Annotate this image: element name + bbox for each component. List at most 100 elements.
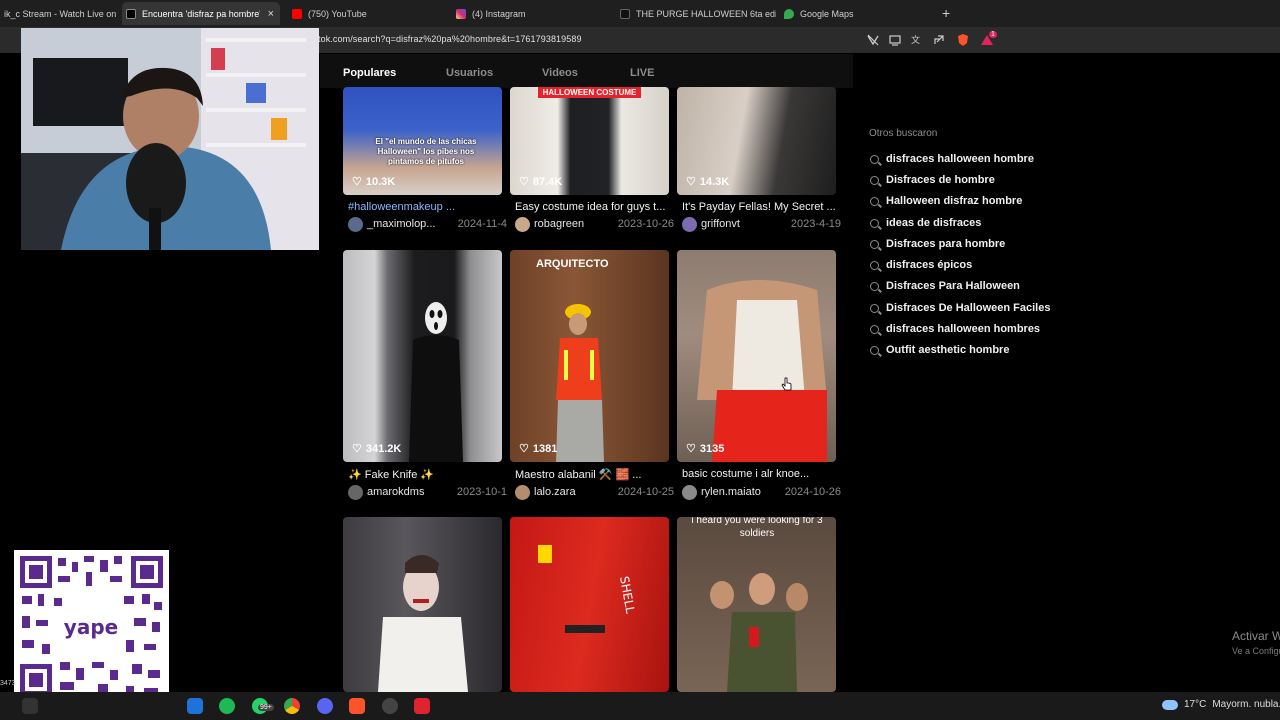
search-icon — [870, 281, 879, 291]
related-search-item[interactable]: Disfraces para hombre — [870, 238, 1005, 250]
post-date: 2023-10-1 — [456, 486, 507, 498]
file-explorer-icon[interactable] — [22, 698, 38, 714]
site-permissions-icon[interactable] — [866, 33, 880, 47]
related-search-item[interactable]: Halloween disfraz hombre — [870, 195, 1022, 207]
related-search-item[interactable]: disfraces épicos — [870, 259, 972, 271]
yape-qr-code: yape — [14, 550, 169, 702]
new-tab-button[interactable]: + — [942, 5, 950, 21]
avatar[interactable] — [515, 485, 530, 500]
username[interactable]: _maximolop... — [367, 218, 435, 230]
obs-icon[interactable] — [382, 698, 398, 714]
share-icon[interactable] — [932, 33, 946, 47]
search-icon — [870, 239, 879, 249]
related-search-label: Disfraces de hombre — [886, 174, 995, 186]
post-date: 2024-10-25 — [617, 486, 674, 498]
tab-usuarios[interactable]: Usuarios — [446, 67, 493, 79]
video-thumbnail[interactable]: SHELL — [510, 517, 669, 692]
heart-icon: ♡ — [686, 176, 696, 188]
avatar[interactable] — [348, 485, 363, 500]
tab-instagram[interactable]: (4) Instagram — [452, 2, 612, 25]
tab-label: Encuentra 'disfraz pa hombre' en — [142, 8, 260, 19]
like-count-value: 87.4K — [532, 175, 563, 188]
related-search-item[interactable]: disfraces halloween hombre — [870, 153, 1034, 165]
close-tab-icon[interactable]: × — [268, 8, 274, 20]
video-caption[interactable]: It's Payday Fellas! My Secret ... — [682, 201, 841, 213]
tab-tiktok-search[interactable]: Encuentra 'disfraz pa hombre' en × — [122, 2, 280, 25]
weather-widget[interactable]: 17°C Mayorm. nubla... — [1162, 699, 1280, 710]
avatar[interactable] — [682, 217, 697, 232]
heart-icon: ♡ — [519, 443, 529, 455]
video-thumbnail[interactable] — [343, 517, 502, 692]
video-caption[interactable]: Easy costume idea for guys t... — [515, 201, 674, 213]
video-caption[interactable]: #halloweenmakeup ... — [348, 201, 507, 213]
windows-taskbar: 3473 99+ — [0, 680, 1280, 720]
search-icon — [870, 196, 879, 206]
video-caption[interactable]: basic costume i alr knoe... — [682, 468, 841, 480]
related-search-item[interactable]: Disfraces de hombre — [870, 174, 995, 186]
video-thumbnail[interactable]: ARQUITECTO ♡ 1381 — [510, 250, 669, 462]
username[interactable]: rylen.maiato — [701, 486, 761, 498]
brave-icon[interactable] — [349, 698, 365, 714]
tiktok-icon — [620, 8, 630, 19]
heart-icon: ♡ — [352, 443, 362, 455]
post-date: 2023-10-26 — [617, 218, 674, 230]
video-caption[interactable]: Maestro alabanil ⚒️ 🧱 ... — [515, 468, 674, 481]
video-thumbnail[interactable]: El "el mundo de las chicas Halloween" lo… — [343, 87, 502, 195]
video-meta: robagreen 2023-10-26 — [515, 217, 674, 233]
post-date: 2024-10-26 — [784, 486, 841, 498]
tab-label: (4) Instagram — [472, 8, 526, 19]
tab-populares[interactable]: Populares — [343, 67, 396, 79]
username[interactable]: robagreen — [534, 218, 584, 230]
video-overlay-text: El "el mundo de las chicas Halloween" lo… — [375, 137, 477, 166]
related-search-item[interactable]: disfraces halloween hombres — [870, 323, 1040, 335]
related-search-item[interactable]: ideas de disfraces — [870, 217, 981, 229]
avatar[interactable] — [515, 217, 530, 232]
video-thumbnail[interactable]: ♡ 341.2K — [343, 250, 502, 462]
chrome-icon[interactable] — [284, 698, 300, 714]
weather-cloud-icon — [1162, 699, 1178, 710]
related-search-label: disfraces épicos — [886, 259, 973, 271]
like-count: ♡ 10.3K — [352, 175, 396, 189]
outlook-icon[interactable] — [187, 698, 203, 714]
brave-shield-icon[interactable] — [956, 33, 970, 47]
related-search-item[interactable]: Disfraces Para Halloween — [870, 280, 1020, 292]
like-count-value: 10.3K — [365, 175, 396, 188]
video-thumbnail[interactable]: HALLOWEEN COSTUME ♡ 87.4K — [510, 87, 669, 195]
post-date: 2024-11-4 — [457, 218, 507, 230]
activate-windows-watermark: Activar W — [1232, 629, 1280, 643]
tab-videos[interactable]: Videos — [542, 67, 578, 79]
tab-label: ik_c Stream - Watch Live on K — [4, 8, 118, 19]
spotify-icon[interactable] — [219, 698, 235, 714]
like-count-value: 1381 — [532, 442, 558, 455]
tab-live[interactable]: LIVE — [630, 67, 654, 79]
tab-youtube[interactable]: (750) YouTube — [288, 2, 448, 25]
video-thumbnail[interactable]: ♡ 3135 — [677, 250, 836, 462]
worker-figure — [556, 304, 604, 462]
tab-kick-stream[interactable]: ik_c Stream - Watch Live on K — [0, 2, 118, 25]
related-search-item[interactable]: Outfit aesthetic hombre — [870, 344, 1009, 356]
video-thumbnail[interactable]: i heard you were looking for 3 soldiers — [677, 517, 836, 692]
translate-icon[interactable]: 文 — [910, 33, 924, 47]
related-search-item[interactable]: Disfraces De Halloween Faciles — [870, 302, 1050, 314]
username[interactable]: amarokdms — [367, 486, 424, 498]
app-icon[interactable] — [414, 698, 430, 714]
search-icon — [870, 345, 879, 355]
activate-windows-subtext: Ve a Configu — [1232, 646, 1280, 656]
video-caption[interactable]: ✨ Fake Knife ✨ — [348, 468, 507, 481]
avatar[interactable] — [682, 485, 697, 500]
screen-icon[interactable] — [888, 33, 902, 47]
video-thumbnail[interactable]: ♡ 14.3K — [677, 87, 836, 195]
username[interactable]: lalo.zara — [534, 486, 576, 498]
related-search-label: disfraces halloween hombre — [886, 153, 1034, 165]
url-field[interactable]: tok.com/search?q=disfraz%20pa%20hombre&t… — [318, 34, 582, 44]
discord-icon[interactable] — [317, 698, 333, 714]
video-overlay-text: ARQUITECTO — [536, 258, 609, 270]
username[interactable]: griffonvt — [701, 218, 740, 230]
soldiers-figure — [710, 573, 808, 692]
related-search-label: Disfraces para hombre — [886, 238, 1006, 250]
tab-purge-halloween[interactable]: THE PURGE HALLOWEEN 6ta edición — [616, 2, 776, 25]
tab-google-maps[interactable]: Google Maps — [780, 2, 930, 25]
like-count: ♡ 341.2K — [352, 442, 401, 456]
avatar[interactable] — [348, 217, 363, 232]
svg-text:文: 文 — [911, 34, 920, 46]
